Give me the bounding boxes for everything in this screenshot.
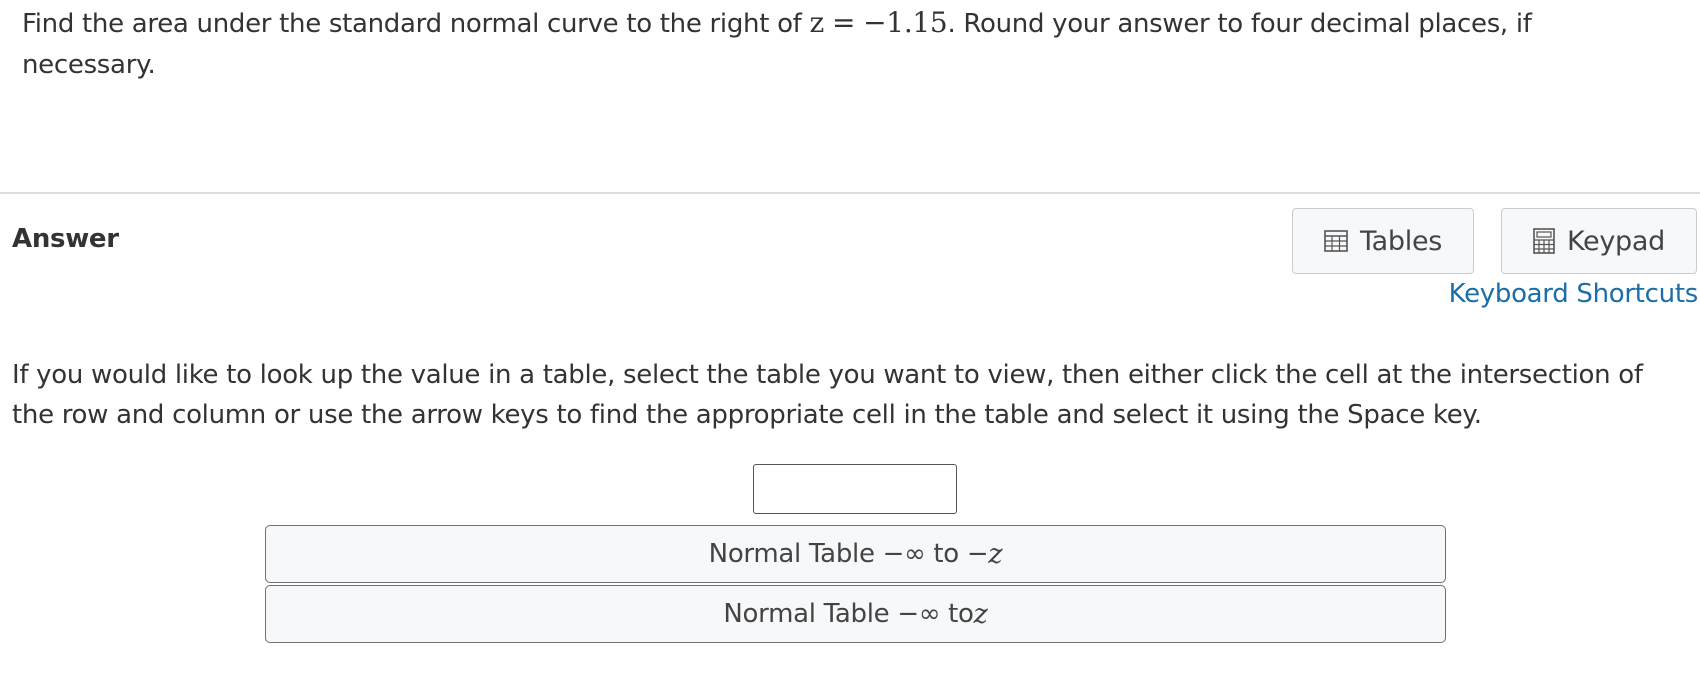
math-operator: = [831, 6, 856, 39]
table-button-label: Normal Table −∞ to [723, 599, 974, 629]
tables-button[interactable]: Tables [1292, 208, 1474, 274]
answer-heading: Answer [12, 224, 119, 254]
math-value: −1.15 [863, 6, 948, 39]
question-text: Find the area under the standard normal … [22, 2, 1662, 86]
question-text-before: Find the area under the standard normal … [22, 9, 810, 39]
normal-table-pos-z-button[interactable]: Normal Table −∞ to z [265, 585, 1446, 643]
z-variable: z [973, 598, 988, 630]
answer-input[interactable] [753, 464, 957, 514]
normal-table-neg-z-button[interactable]: Normal Table −∞ to − z [265, 525, 1446, 583]
z-variable: z [988, 538, 1003, 570]
math-variable: z [809, 6, 825, 39]
keypad-button-label: Keypad [1567, 225, 1665, 257]
table-grid-icon [1324, 230, 1348, 252]
table-instructions: If you would like to look up the value i… [12, 360, 1643, 430]
keypad-button[interactable]: Keypad [1501, 208, 1697, 274]
calculator-icon [1533, 228, 1555, 254]
math-expression: z = −1.15 [810, 6, 948, 39]
tables-button-label: Tables [1359, 225, 1443, 257]
keyboard-shortcuts-link[interactable]: Keyboard Shortcuts [1449, 279, 1699, 309]
table-button-label: Normal Table −∞ to − [708, 539, 989, 569]
section-divider [0, 192, 1700, 194]
